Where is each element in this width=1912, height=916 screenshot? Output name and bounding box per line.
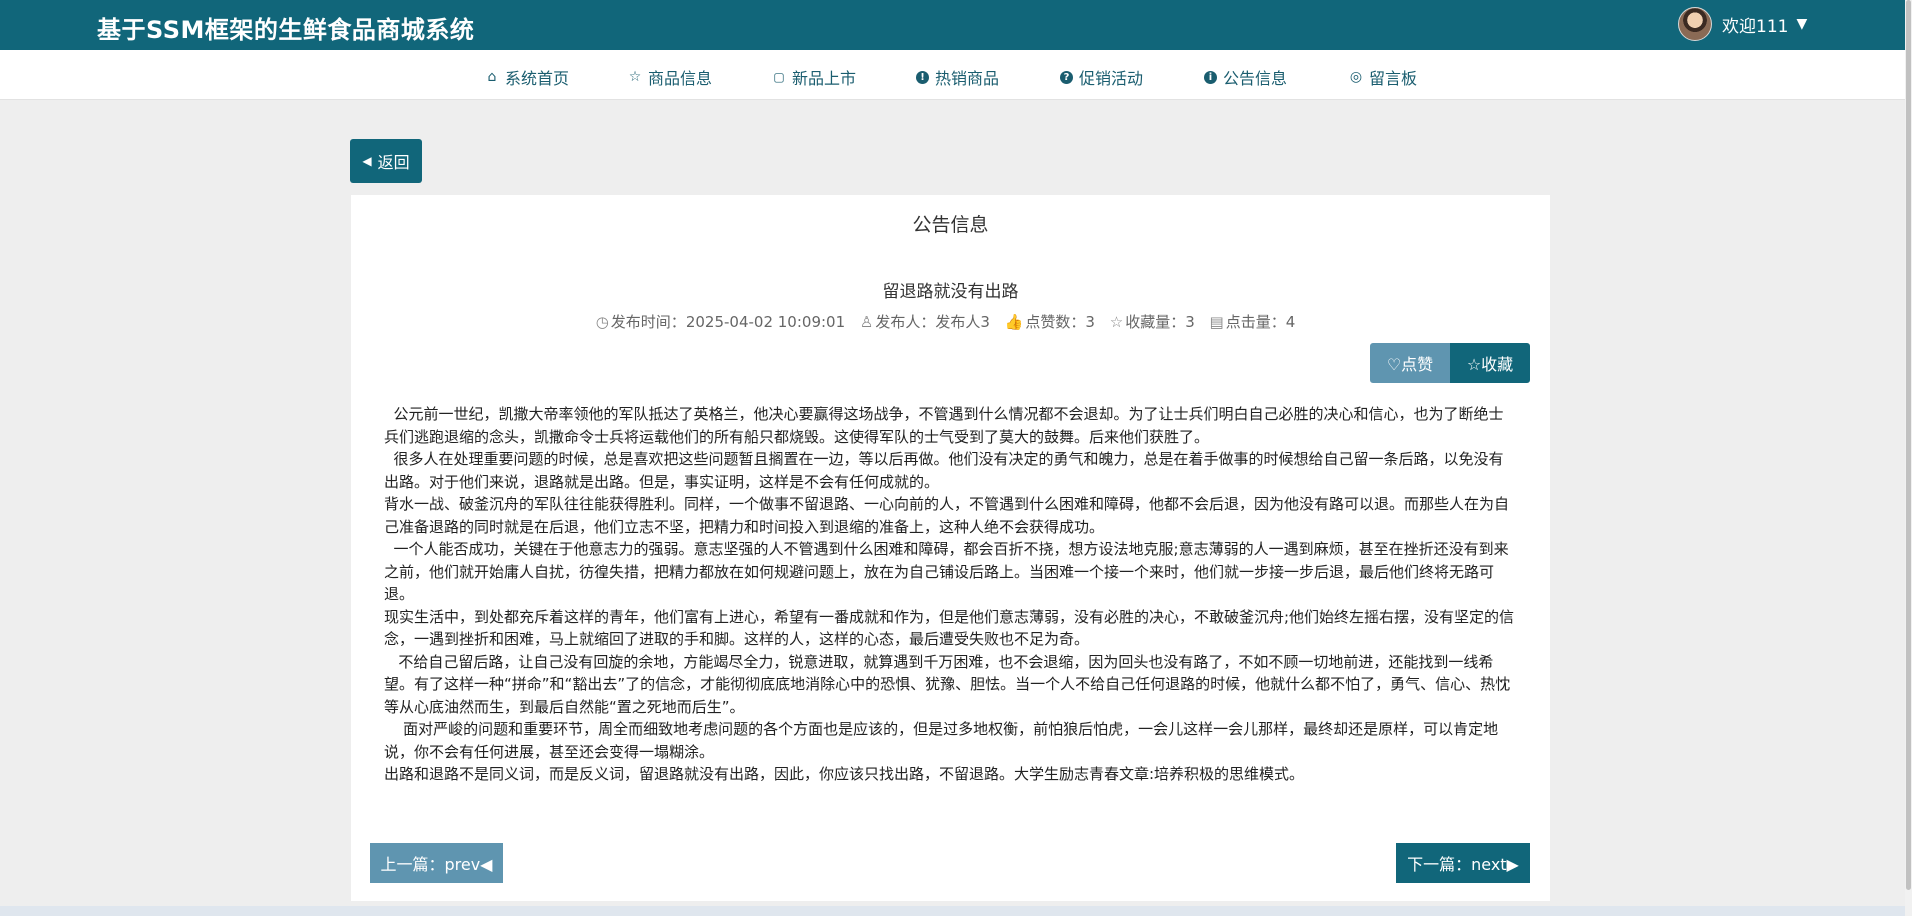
bag-icon: ▢ — [773, 70, 785, 84]
clicks-label: 点击量： — [1225, 313, 1286, 331]
nav-item-label: 新品上市 — [792, 69, 857, 88]
article-paragraph: 很多人在处理重要问题的时候，总是喜欢把这些问题暂且搁置在一边，等以后再做。他们没… — [384, 450, 1504, 491]
nav-item-home[interactable]: ⌂ 系统首页 — [484, 65, 569, 89]
home-icon: ⌂ — [487, 69, 497, 85]
article-meta: ◷ 发布时间：2025-04-02 10:09:01 ♙ 发布人：发布人3 👍 点赞数… — [351, 311, 1550, 332]
caret-left-icon: ◀ — [362, 154, 372, 168]
clicks-value: 4 — [1285, 313, 1296, 331]
announcement-detail-panel: 公告信息 留退路就没有出路 ◷ 发布时间：2025-04-02 10:09:01 … — [351, 195, 1550, 901]
clock-icon: ◷ — [595, 313, 609, 331]
nav-item-label: 促销活动 — [1079, 69, 1144, 88]
nav-item-products[interactable]: ☆ 商品信息 — [627, 65, 712, 89]
nav-item-label: 留言板 — [1369, 69, 1418, 88]
favorite-button[interactable]: ☆收藏 — [1450, 343, 1530, 383]
nav-item-label: 热销商品 — [935, 69, 1000, 88]
panel-heading: 公告信息 — [912, 214, 989, 236]
article-paragraph: 出路和退路不是同义词，而是反义词，留退路就没有出路，因此，你应该只找出路，不留退… — [384, 765, 1305, 783]
article-paragraph: 不给自己留后路，让自己没有回旋的余地，方能竭尽全力，锐意进取，就算遇到千万困难，… — [384, 652, 1511, 716]
nav-item-label: 系统首页 — [505, 69, 570, 88]
nav-item-new-arrivals[interactable]: ▢ 新品上市 — [771, 65, 856, 89]
nav-item-announcements[interactable]: i 公告信息 — [1204, 65, 1287, 89]
info-circle-icon: i — [1204, 70, 1217, 84]
site-title: 基于SSM框架的生鲜食品商城系统 — [97, 16, 475, 44]
article-paragraph: 面对严峻的问题和重要环节，周全而细致地考虑问题的各个方面也是应该的，但是过多地权… — [384, 720, 1499, 761]
nav-item-hot-products[interactable]: ! 热销商品 — [916, 65, 999, 89]
next-article-button[interactable]: 下一篇：next▶ — [1396, 843, 1530, 883]
star-icon: ☆ — [628, 69, 642, 85]
article-title: 留退路就没有出路 — [882, 282, 1019, 302]
welcome-text[interactable]: 欢迎111 — [1722, 12, 1788, 37]
back-button[interactable]: ◀ 返回 — [350, 139, 422, 183]
likes-value: 3 — [1085, 313, 1095, 331]
article-paragraph: 一个人能否成功，关键在于他意志力的强弱。意志坚强的人不管遇到什么困难和障碍，都会… — [384, 540, 1509, 603]
article-paragraph: 现实生活中，到处都充斥着这样的青年，他们富有上进心，希望有一番成就和作为，但是他… — [384, 607, 1515, 649]
publish-time-value: 2025-04-02 10:09:01 — [685, 313, 846, 331]
publisher-label: 发布人： — [875, 313, 936, 331]
like-button[interactable]: ♡点赞 — [1370, 343, 1450, 383]
prev-article-button[interactable]: 上一篇：prev◀ — [370, 843, 503, 883]
scrollbar-thumb[interactable] — [1906, 0, 1911, 890]
document-icon: ▤ — [1209, 313, 1224, 331]
publish-time-meta: ◷ 发布时间：2025-04-02 10:09:01 — [596, 313, 850, 331]
chevron-down-icon[interactable]: ▼ — [1796, 16, 1807, 32]
favorites-label: 收藏量： — [1125, 313, 1186, 331]
publish-time-label: 发布时间： — [610, 313, 686, 331]
user-avatar[interactable] — [1678, 7, 1712, 41]
likes-meta: 👍 点赞数：3 — [1005, 313, 1100, 331]
article-paragraph: 公元前一世纪，凯撒大帝率领他的军队抵达了英格兰，他决心要赢得这场战争，不管遇到什… — [384, 405, 1504, 446]
user-icon: ♙ — [859, 313, 874, 331]
question-circle-icon: ? — [1060, 70, 1073, 84]
bottom-strip — [0, 906, 1905, 916]
star-icon: ☆ — [1109, 313, 1124, 331]
nav-item-label: 商品信息 — [648, 69, 713, 88]
back-button-label: 返回 — [377, 153, 410, 172]
top-header-bar: 基于SSM框架的生鲜食品商城系统 欢迎111 ▼ — [0, 0, 1905, 50]
publisher-value: 发布人3 — [935, 313, 990, 331]
user-menu[interactable]: 欢迎111 ▼ — [1678, 7, 1807, 41]
article-paragraph: 背水一战、破釜沉舟的军队往往能获得胜利。同样，一个做事不留退路、一心向前的人，不… — [384, 495, 1510, 536]
nav-item-promotions[interactable]: ? 促销活动 — [1060, 65, 1143, 89]
page-scrollbar[interactable] — [1905, 0, 1912, 916]
article-content: 公元前一世纪，凯撒大帝率领他的军队抵达了英格兰，他决心要赢得这场战争，不管遇到什… — [384, 403, 1517, 786]
message-circle-icon: ◎ — [1349, 69, 1363, 85]
favorites-value: 3 — [1185, 313, 1195, 331]
exclamation-circle-icon: ! — [916, 70, 929, 84]
main-navigation: ⌂ 系统首页 ☆ 商品信息 ▢ 新品上市 ! 热销商品 ? 促销活动 i 公告信… — [0, 50, 1905, 100]
clicks-meta: ▤ 点击量：4 — [1210, 313, 1296, 331]
favorites-meta: ☆ 收藏量：3 — [1110, 313, 1200, 331]
thumbs-up-icon: 👍 — [1004, 313, 1024, 331]
likes-label: 点赞数： — [1025, 313, 1086, 331]
nav-item-label: 公告信息 — [1223, 69, 1288, 88]
nav-item-message-board[interactable]: ◎ 留言板 — [1348, 65, 1417, 89]
publisher-meta: ♙ 发布人：发布人3 — [860, 313, 995, 331]
